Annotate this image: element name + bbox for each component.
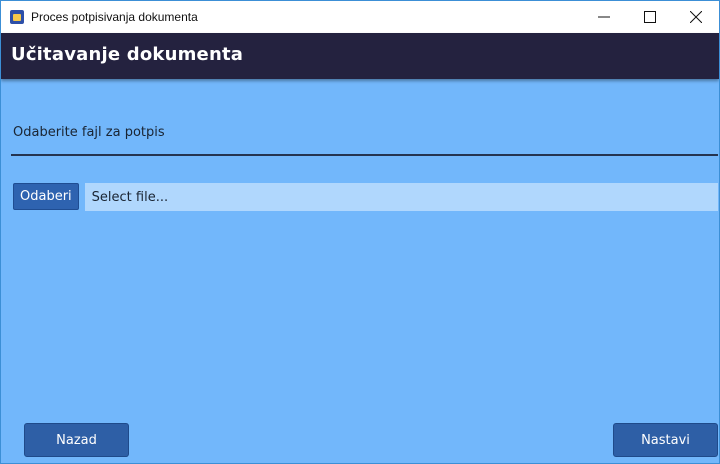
app-icon [10,10,24,24]
maximize-icon [644,11,656,23]
page-header: Učitavanje dokumenta [1,33,719,79]
choose-file-button[interactable]: Odaberi [13,183,79,210]
file-path-input[interactable] [84,183,718,211]
minimize-icon [598,16,610,18]
window-title: Proces potpisivanja dokumenta [31,10,198,24]
close-button[interactable] [673,1,719,33]
page-title: Učitavanje dokumenta [11,44,244,65]
app-window: Proces potpisivanja dokumenta Učitavanje… [0,0,720,464]
section-divider [11,154,718,156]
section-subtitle: Odaberite fajl za potpis [13,125,165,140]
file-picker-row: Odaberi [13,183,718,211]
window-controls [581,1,719,33]
maximize-button[interactable] [627,1,673,33]
back-button[interactable]: Nazad [24,423,129,457]
close-icon [690,11,702,23]
next-button[interactable]: Nastavi [613,423,718,457]
minimize-button[interactable] [581,1,627,33]
title-bar[interactable]: Proces potpisivanja dokumenta [1,1,719,33]
